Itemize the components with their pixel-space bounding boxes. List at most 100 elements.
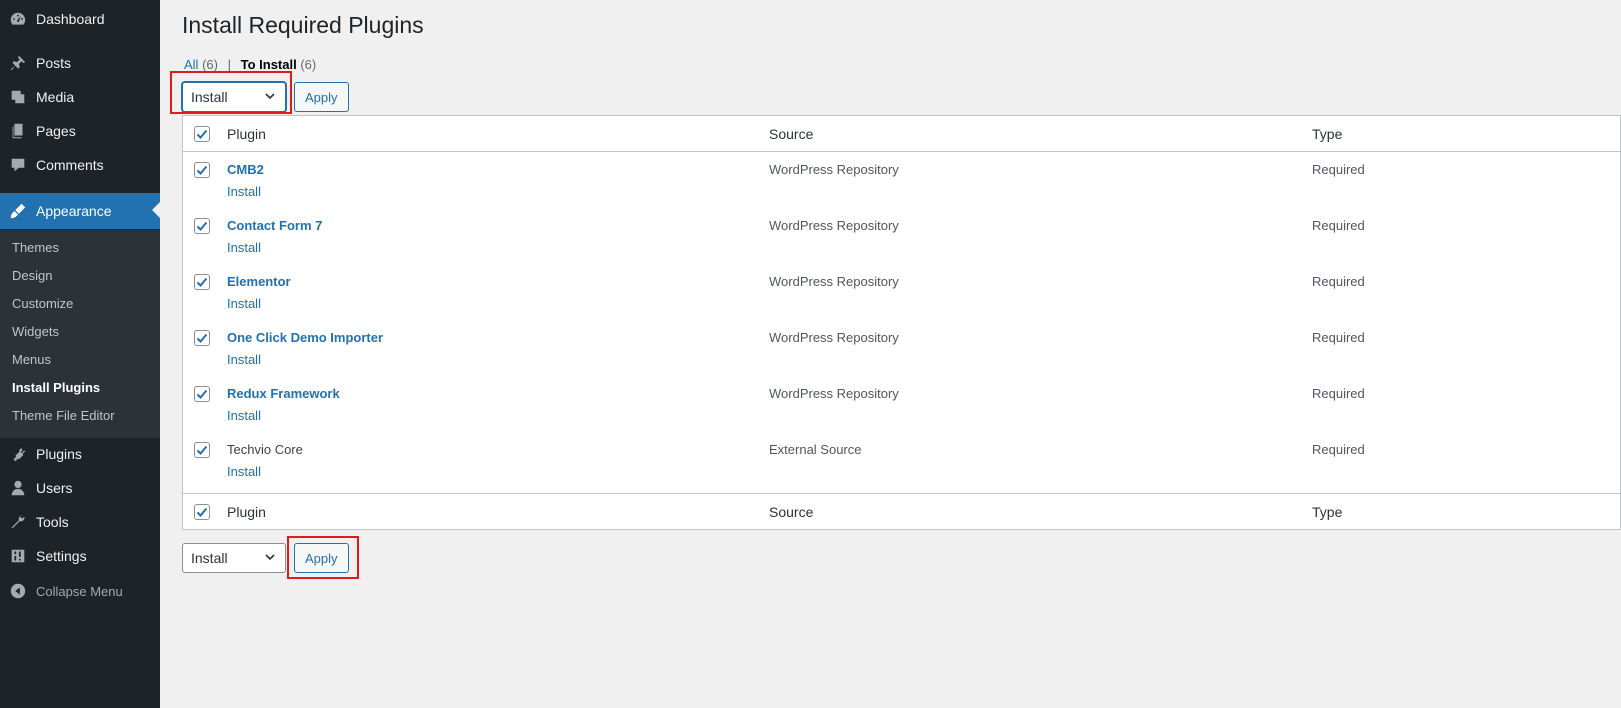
menu-label: Media (36, 89, 75, 105)
plugin-type: Required (1312, 386, 1365, 401)
menu-label: Users (36, 480, 73, 496)
filter-to-install-count: (6) (300, 57, 317, 72)
plugin-icon (0, 437, 36, 471)
plugin-name-link[interactable]: CMB2 (227, 162, 264, 177)
menu-users[interactable]: Users (0, 471, 160, 505)
filter-all[interactable]: All (184, 57, 198, 72)
menu-pages[interactable]: Pages (0, 114, 160, 148)
plugin-name-link[interactable]: Elementor (227, 274, 291, 289)
dashboard-icon (0, 2, 36, 36)
plugins-table: Plugin Source Type CMB2 Install WordPres… (182, 115, 1621, 530)
select-all-checkbox[interactable] (194, 125, 210, 142)
plugin-source: External Source (769, 442, 862, 457)
menu-dashboard[interactable]: Dashboard (0, 2, 160, 36)
submenu-menus[interactable]: Menus (12, 352, 51, 367)
menu-media[interactable]: Media (0, 80, 160, 114)
submenu-themes[interactable]: Themes (12, 240, 59, 255)
menu-posts[interactable]: Posts (0, 46, 160, 80)
pin-icon (0, 46, 36, 80)
brush-icon (0, 194, 36, 228)
view-filters: All (6) | To Install (6) (184, 57, 316, 72)
row-checkbox[interactable] (194, 330, 210, 346)
menu-label: Tools (36, 514, 69, 530)
install-link[interactable]: Install (227, 184, 261, 199)
table-row: CMB2 Install WordPress Repository Requir… (183, 152, 1620, 208)
install-link[interactable]: Install (227, 464, 261, 479)
filter-to-install-label: To Install (240, 57, 297, 72)
filter-separator: | (227, 57, 231, 72)
menu-appearance[interactable]: Appearance (0, 193, 160, 229)
menu-comments[interactable]: Comments (0, 148, 160, 182)
install-link[interactable]: Install (227, 296, 261, 311)
table-row: One Click Demo Importer Install WordPres… (183, 320, 1620, 376)
plugin-type: Required (1312, 162, 1365, 177)
install-link[interactable]: Install (227, 352, 261, 367)
plugin-name-link[interactable]: Redux Framework (227, 386, 340, 401)
plugin-source: WordPress Repository (769, 274, 899, 289)
plugin-source: WordPress Repository (769, 386, 899, 401)
menu-label: Dashboard (36, 11, 105, 27)
user-icon (0, 471, 36, 505)
row-checkbox[interactable] (194, 162, 210, 178)
highlight-box (170, 71, 292, 114)
select-all-checkbox-bottom[interactable] (194, 503, 210, 520)
row-checkbox[interactable] (194, 442, 210, 458)
plugin-name-link[interactable]: One Click Demo Importer (227, 330, 383, 345)
appearance-submenu: Themes Design Customize Widgets Menus In… (0, 230, 160, 438)
plugin-type: Required (1312, 218, 1365, 233)
menu-settings[interactable]: Settings (0, 539, 160, 573)
filter-all-count: (6) (202, 57, 218, 72)
install-link[interactable]: Install (227, 240, 261, 255)
column-footer-plugin[interactable]: Plugin (227, 504, 266, 520)
plugin-type: Required (1312, 274, 1365, 289)
install-link[interactable]: Install (227, 408, 261, 423)
filter-all-label: All (184, 57, 199, 72)
highlight-box (287, 536, 359, 579)
collapse-menu-button[interactable]: Collapse Menu (0, 574, 160, 608)
plugin-type: Required (1312, 330, 1365, 345)
media-icon (0, 80, 36, 114)
submenu-widgets[interactable]: Widgets (12, 324, 59, 339)
table-row: Elementor Install WordPress Repository R… (183, 264, 1620, 320)
column-header-plugin[interactable]: Plugin (227, 126, 266, 142)
settings-icon (0, 539, 36, 573)
menu-label: Appearance (36, 203, 112, 219)
page-title: Install Required Plugins (182, 12, 424, 38)
submenu-install-plugins[interactable]: Install Plugins (12, 380, 100, 395)
menu-tools[interactable]: Tools (0, 505, 160, 539)
column-header-source[interactable]: Source (769, 126, 813, 142)
menu-label: Plugins (36, 446, 82, 462)
menu-label: Posts (36, 55, 72, 71)
main-content: Install Required Plugins All (6) | To In… (160, 0, 1621, 708)
row-checkbox[interactable] (194, 386, 210, 402)
admin-sidebar: Dashboard Posts Media Pages Comments App… (0, 0, 160, 708)
menu-label: Comments (36, 157, 104, 173)
chevron-down-icon (263, 550, 277, 567)
apply-button-top[interactable]: Apply (294, 82, 349, 112)
plugin-name-link[interactable]: Contact Form 7 (227, 218, 322, 233)
pages-icon (0, 114, 36, 148)
submenu-design[interactable]: Design (12, 268, 52, 283)
submenu-customize[interactable]: Customize (12, 296, 73, 311)
menu-label: Collapse Menu (36, 583, 123, 599)
plugin-name: Techvio Core (227, 442, 303, 457)
row-checkbox[interactable] (194, 274, 210, 290)
column-footer-source[interactable]: Source (769, 504, 813, 520)
table-row: Contact Form 7 Install WordPress Reposit… (183, 208, 1620, 264)
bulk-action-select-bottom[interactable]: Install (182, 543, 286, 573)
menu-plugins[interactable]: Plugins (0, 437, 160, 471)
column-footer-type[interactable]: Type (1312, 504, 1342, 520)
table-footer: Plugin Source Type (183, 493, 1620, 529)
row-checkbox[interactable] (194, 218, 210, 234)
plugin-source: WordPress Repository (769, 330, 899, 345)
menu-label: Pages (36, 123, 76, 139)
table-row: Techvio Core Install External Source Req… (183, 432, 1620, 488)
submenu-theme-file-editor[interactable]: Theme File Editor (12, 408, 115, 423)
plugin-source: WordPress Repository (769, 162, 899, 177)
column-header-type[interactable]: Type (1312, 126, 1342, 142)
filter-to-install[interactable]: To Install (241, 57, 297, 72)
table-row: Redux Framework Install WordPress Reposi… (183, 376, 1620, 432)
plugin-type: Required (1312, 442, 1365, 457)
plugin-source: WordPress Repository (769, 218, 899, 233)
comment-icon (0, 148, 36, 182)
